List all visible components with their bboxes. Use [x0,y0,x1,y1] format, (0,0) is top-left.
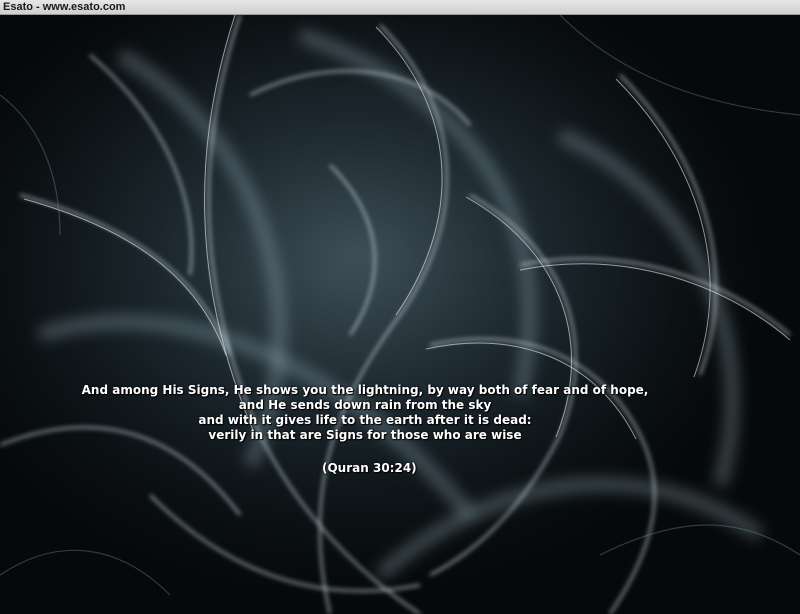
fractal-swirls [0,15,800,614]
fractal-wallpaper-image: And among His Signs, He shows you the li… [0,15,800,614]
window-titlebar[interactable]: Esato - www.esato.com [0,0,800,15]
verse-line: and with it gives life to the earth afte… [198,413,532,427]
verse-line: verily in that are Signs for those who a… [208,428,522,442]
browser-window: Esato - www.esato.com And among His Sign… [0,0,800,614]
verse-citation: (Quran 30:24) [322,461,417,475]
verse-line: And among His Signs, He shows you the li… [81,383,649,397]
window-title: Esato - www.esato.com [3,1,126,13]
verse-line: and He sends down rain from the sky [238,398,492,412]
quran-verse: And among His Signs, He shows you the li… [0,383,730,443]
